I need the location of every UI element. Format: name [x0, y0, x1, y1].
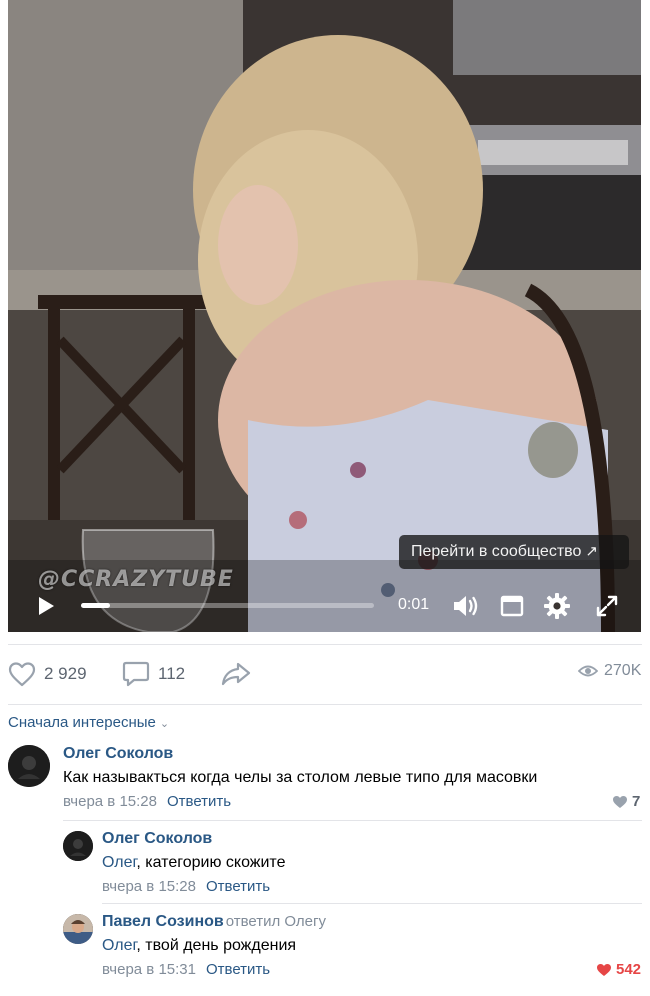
- like-button[interactable]: 2 929: [8, 659, 87, 689]
- comment-meta: вчера в 15:31 Ответить: [102, 961, 270, 978]
- comment-text: Олег, категорию скожите: [102, 854, 285, 872]
- comment-author[interactable]: Павел Созинов ответил Олегу: [102, 913, 326, 931]
- comment-text: Как называкться когда челы за столом лев…: [63, 769, 538, 786]
- go-to-community-label: Перейти в сообщество: [411, 543, 582, 560]
- comment-time[interactable]: вчера в 15:28: [102, 878, 196, 895]
- divider: [63, 820, 642, 821]
- comment-author[interactable]: Олег Соколов: [102, 830, 212, 848]
- heart-filled-icon: [597, 963, 611, 976]
- comment-like-button[interactable]: 542: [596, 961, 641, 978]
- mention-link[interactable]: Олег: [102, 937, 136, 954]
- reply-button[interactable]: Ответить: [206, 961, 270, 978]
- avatar-image: [8, 745, 50, 787]
- go-to-community-button[interactable]: Перейти в сообщество ↗: [399, 535, 629, 569]
- views-count: 270K: [604, 662, 642, 679]
- reply-button[interactable]: Ответить: [167, 793, 231, 810]
- comment-time[interactable]: вчера в 15:28: [63, 793, 157, 810]
- miniplayer-icon[interactable]: [500, 594, 524, 618]
- comment-meta: вчера в 15:28 Ответить: [63, 793, 231, 810]
- gear-icon[interactable]: [543, 592, 571, 620]
- comment-author[interactable]: Олег Соколов: [63, 745, 173, 763]
- mention-link[interactable]: Олег: [102, 854, 136, 871]
- divider: [8, 704, 642, 705]
- comment-icon: [122, 661, 150, 687]
- video-progress-fill: [81, 603, 111, 608]
- comment-meta: вчера в 15:28 Ответить: [102, 878, 270, 895]
- comment-text: Олег, твой день рождения: [102, 937, 296, 955]
- divider: [8, 644, 642, 645]
- avatar[interactable]: [63, 831, 93, 861]
- divider: [102, 903, 642, 904]
- avatar[interactable]: [63, 914, 93, 944]
- comment-time[interactable]: вчера в 15:31: [102, 961, 196, 978]
- comment-like-count: 542: [616, 961, 642, 978]
- chevron-down-icon: ⌄: [159, 718, 170, 730]
- fullscreen-icon[interactable]: [595, 594, 619, 618]
- heart-icon: [613, 795, 627, 808]
- share-button[interactable]: [220, 659, 252, 689]
- sort-label: Сначала интересные: [8, 714, 156, 731]
- like-count: 2 929: [44, 664, 87, 683]
- video-controls: 0:01: [8, 580, 641, 632]
- comment-count: 112: [158, 664, 186, 683]
- reply-button[interactable]: Ответить: [206, 878, 270, 895]
- avatar[interactable]: [8, 745, 50, 787]
- comment-button[interactable]: 112: [122, 659, 185, 689]
- comment-body: , категорию скожите: [136, 854, 286, 871]
- heart-icon: [8, 662, 36, 687]
- arrow-up-right-icon: ↗: [585, 543, 598, 560]
- video-player[interactable]: @CCRAZYTUBE Перейти в сообщество ↗ 0:01: [8, 0, 641, 632]
- video-progress-bar[interactable]: [81, 603, 374, 608]
- comment-like-button[interactable]: 7: [612, 793, 640, 810]
- play-icon[interactable]: [34, 595, 56, 617]
- avatar-image: [63, 831, 93, 861]
- volume-icon[interactable]: [452, 593, 480, 619]
- avatar-image: [63, 914, 93, 944]
- comment-body: , твой день рождения: [136, 937, 297, 954]
- comment-author-name[interactable]: Павел Созинов: [102, 913, 224, 930]
- views-counter: 270K: [578, 662, 641, 680]
- eye-icon: [578, 665, 598, 677]
- replied-to-label[interactable]: ответил Олегу: [226, 913, 326, 930]
- comment-like-count: 7: [632, 793, 641, 810]
- comments-sort-dropdown[interactable]: Сначала интересные ⌄: [8, 714, 169, 731]
- share-icon: [221, 662, 251, 686]
- video-time: 0:01: [398, 596, 430, 613]
